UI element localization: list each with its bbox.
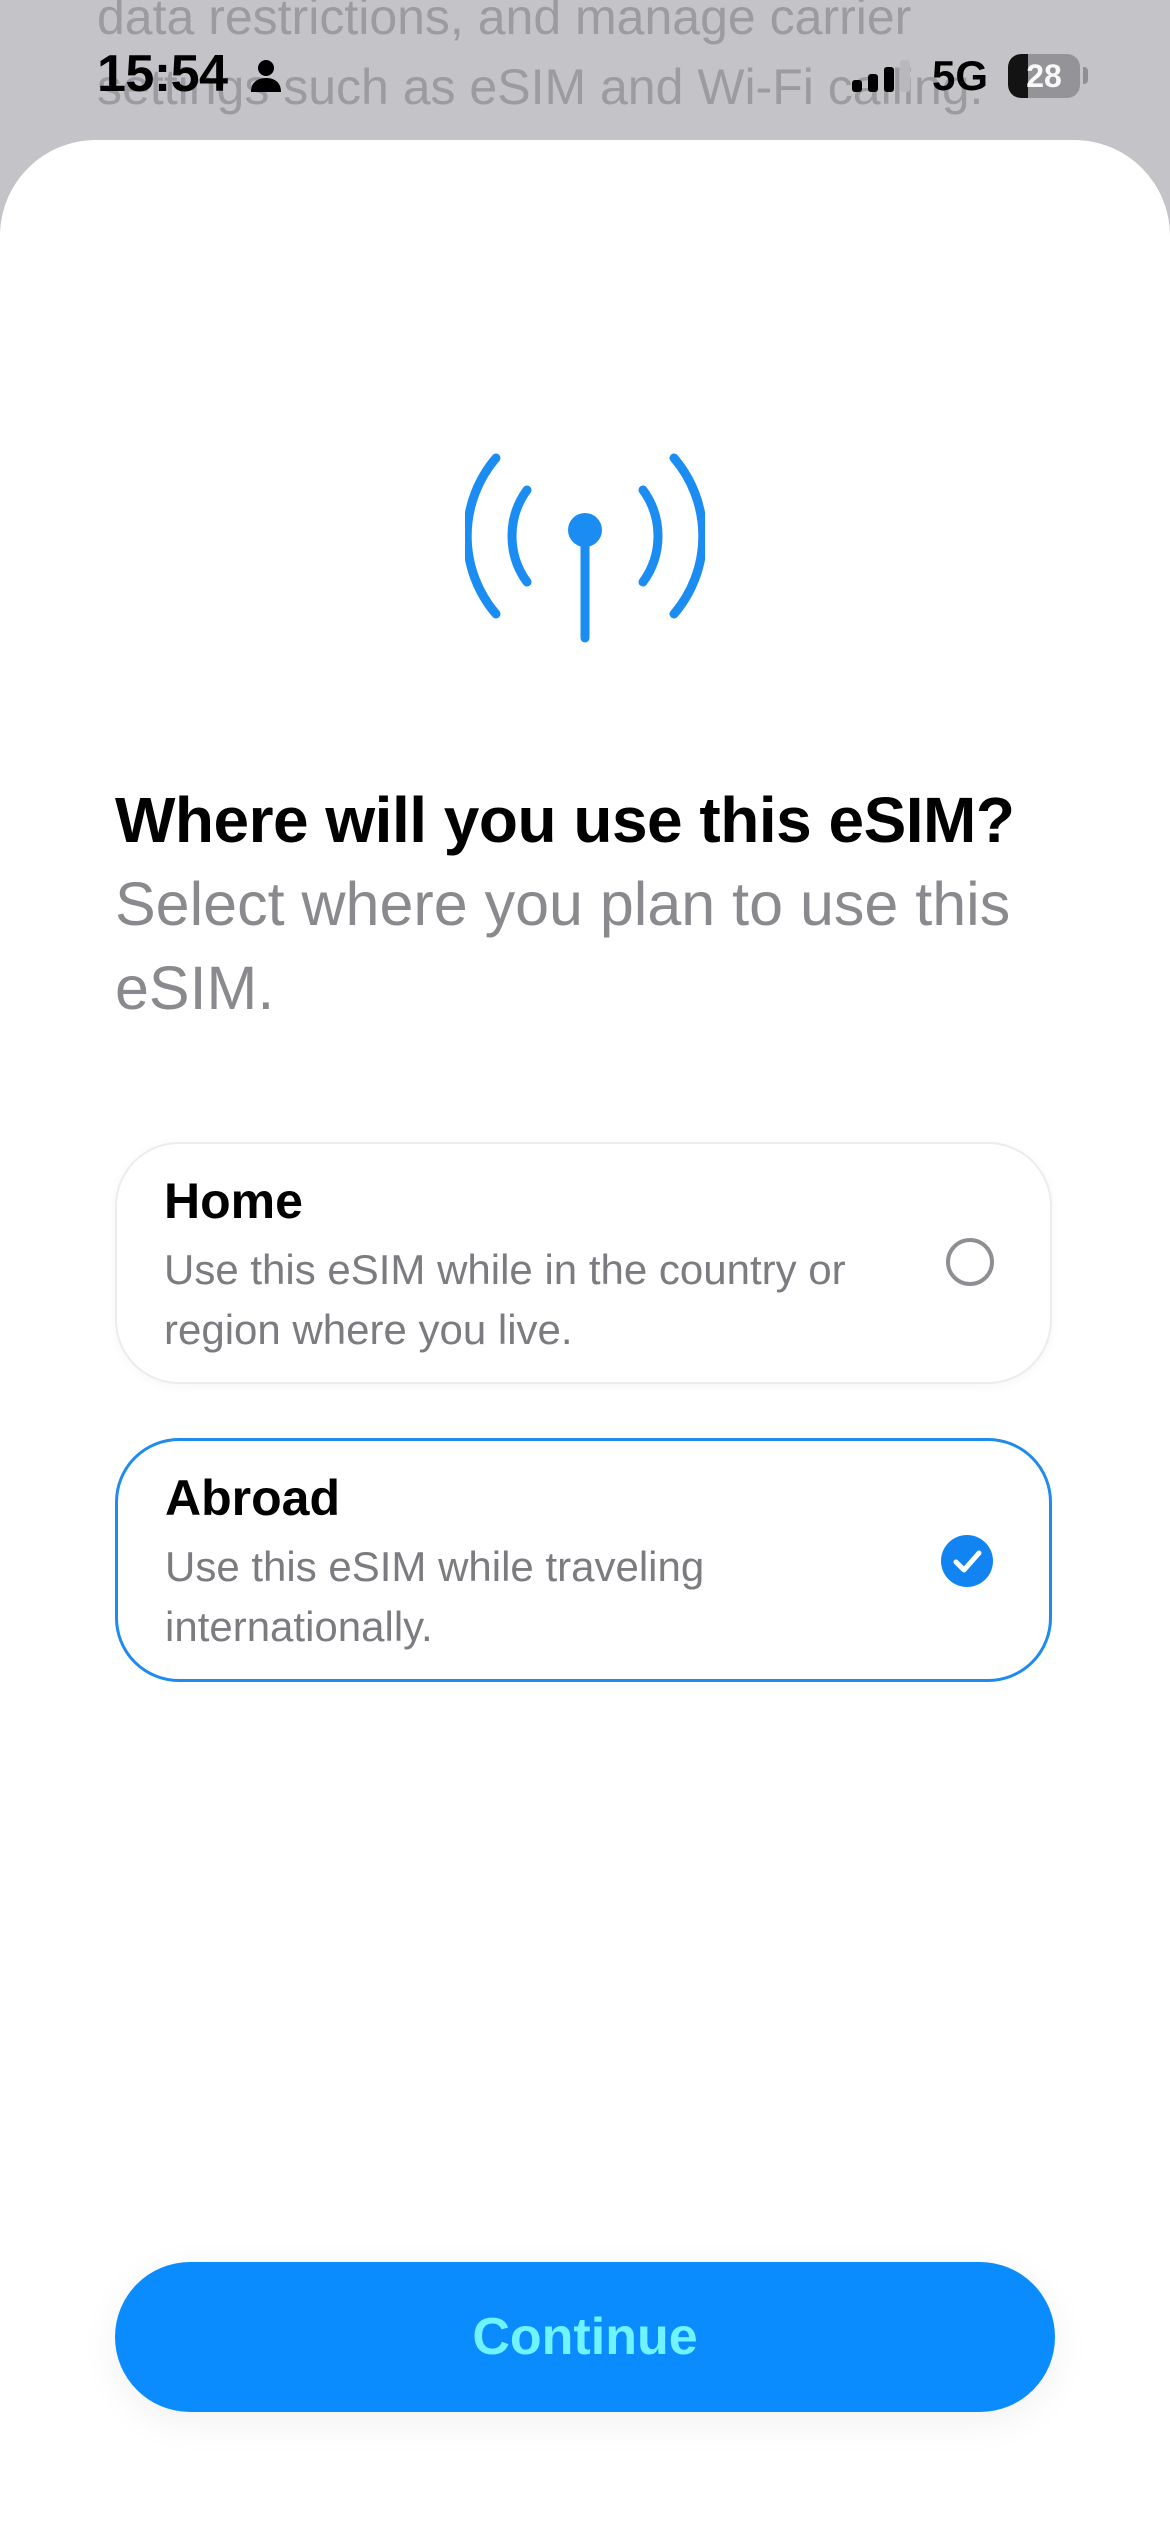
option-home[interactable]: Home Use this eSIM while in the country … <box>115 1142 1052 1384</box>
option-abroad-description: Use this eSIM while traveling internatio… <box>165 1543 705 1650</box>
cellular-signal-icon <box>852 60 910 92</box>
network-type: 5G <box>932 52 989 99</box>
option-home-title: Home <box>164 1173 303 1229</box>
status-bar: 15:54 5G 28 <box>0 0 1170 150</box>
checkmark-circle-icon[interactable] <box>941 1535 993 1587</box>
radio-unselected-icon[interactable] <box>946 1238 994 1286</box>
option-home-description: Use this eSIM while in the country or re… <box>164 1246 846 1353</box>
status-time: 15:54 <box>97 45 228 103</box>
screen: data restrictions, and manage carrier se… <box>0 0 1170 2532</box>
continue-button[interactable]: Continue <box>115 2262 1055 2412</box>
battery-tip <box>1083 67 1088 84</box>
page-title: Where will you use this eSIM? <box>115 784 1015 856</box>
option-abroad-title: Abroad <box>165 1470 340 1526</box>
antenna-radiowaves-icon <box>465 453 705 643</box>
esim-usage-sheet: Where will you use this eSIM? Select whe… <box>0 140 1170 2532</box>
option-abroad[interactable]: Abroad Use this eSIM while traveling int… <box>115 1438 1052 1682</box>
battery-level: 28 <box>1026 58 1062 94</box>
person-icon <box>251 60 281 92</box>
page-subtitle: Select where you plan to use this eSIM. <box>115 870 1011 1022</box>
battery-icon: 28 <box>1008 54 1080 98</box>
